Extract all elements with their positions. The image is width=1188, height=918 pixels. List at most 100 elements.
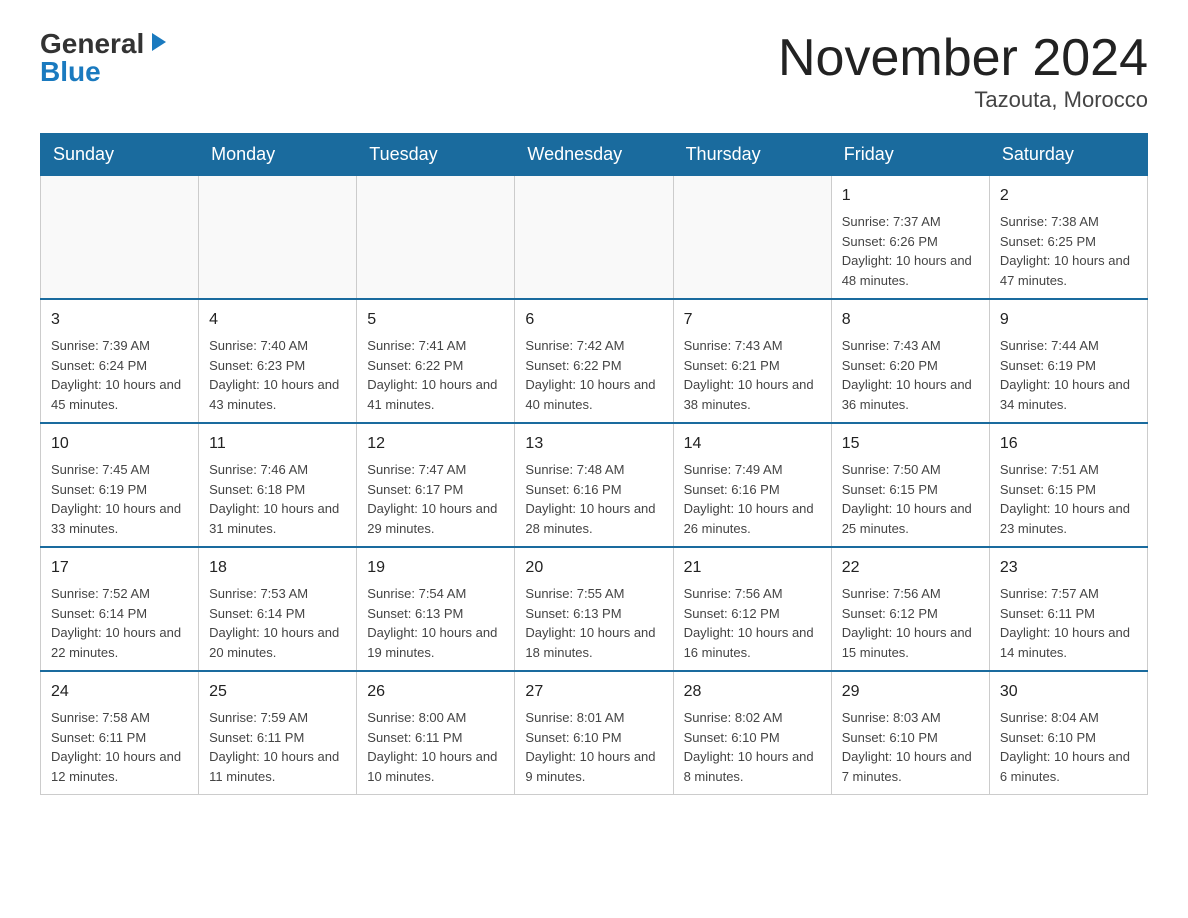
day-number: 21 (684, 556, 821, 580)
day-info: Sunrise: 7:56 AMSunset: 6:12 PMDaylight:… (842, 584, 979, 662)
table-row (41, 176, 199, 300)
table-row: 10 Sunrise: 7:45 AMSunset: 6:19 PMDayligh… (41, 423, 199, 547)
day-number: 25 (209, 680, 346, 704)
day-info: Sunrise: 7:54 AMSunset: 6:13 PMDaylight:… (367, 584, 504, 662)
day-number: 22 (842, 556, 979, 580)
day-number: 5 (367, 308, 504, 332)
day-info: Sunrise: 7:37 AMSunset: 6:26 PMDaylight:… (842, 212, 979, 290)
calendar-week-row: 17Sunrise: 7:52 AMSunset: 6:14 PMDayligh… (41, 547, 1148, 671)
calendar-table: Sunday Monday Tuesday Wednesday Thursday… (40, 133, 1148, 795)
day-info: Sunrise: 7:53 AMSunset: 6:14 PMDaylight:… (209, 584, 346, 662)
table-row: 6 Sunrise: 7:42 AMSunset: 6:22 PMDaylight… (515, 299, 673, 423)
day-number: 8 (842, 308, 979, 332)
day-number: 24 (51, 680, 188, 704)
logo: General Blue (40, 30, 170, 86)
table-row: 23 Sunrise: 7:57 AMSunset: 6:11 PMDayligh… (989, 547, 1147, 671)
day-number: 11 (209, 432, 346, 456)
day-number: 10 (51, 432, 188, 456)
day-number: 26 (367, 680, 504, 704)
table-row: 24 Sunrise: 7:58 AMSunset: 6:11 PMDayligh… (41, 671, 199, 795)
day-info: Sunrise: 7:59 AMSunset: 6:11 PMDaylight:… (209, 708, 346, 786)
day-info: Sunrise: 7:57 AMSunset: 6:11 PMDaylight:… (1000, 584, 1137, 662)
day-number: 20 (525, 556, 662, 580)
day-number: 30 (1000, 680, 1137, 704)
day-info: Sunrise: 7:44 AMSunset: 6:19 PMDaylight:… (1000, 336, 1137, 414)
day-info: Sunrise: 8:02 AMSunset: 6:10 PMDaylight:… (684, 708, 821, 786)
table-row: 19 Sunrise: 7:54 AMSunset: 6:13 PMDayligh… (357, 547, 515, 671)
table-row: 3 Sunrise: 7:39 AMSunset: 6:24 PMDaylight… (41, 299, 199, 423)
col-header-saturday: Saturday (989, 134, 1147, 176)
day-info: Sunrise: 7:50 AMSunset: 6:15 PMDaylight:… (842, 460, 979, 538)
day-info: Sunrise: 7:51 AMSunset: 6:15 PMDaylight:… (1000, 460, 1137, 538)
table-row: 18 Sunrise: 7:53 AMSunset: 6:14 PMDayligh… (199, 547, 357, 671)
day-number: 17 (51, 556, 188, 580)
table-row: 21 Sunrise: 7:56 AMSunset: 6:12 PMDayligh… (673, 547, 831, 671)
table-row: 2 Sunrise: 7:38 AMSunset: 6:25 PMDaylight… (989, 176, 1147, 300)
logo-arrow-icon (148, 31, 170, 53)
day-number: 23 (1000, 556, 1137, 580)
day-info: Sunrise: 8:01 AMSunset: 6:10 PMDaylight:… (525, 708, 662, 786)
day-info: Sunrise: 8:03 AMSunset: 6:10 PMDaylight:… (842, 708, 979, 786)
table-row: 12 Sunrise: 7:47 AMSunset: 6:17 PMDayligh… (357, 423, 515, 547)
col-header-wednesday: Wednesday (515, 134, 673, 176)
calendar-week-row: 10 Sunrise: 7:45 AMSunset: 6:19 PMDayligh… (41, 423, 1148, 547)
table-row (515, 176, 673, 300)
table-row: 28Sunrise: 8:02 AMSunset: 6:10 PMDayligh… (673, 671, 831, 795)
col-header-tuesday: Tuesday (357, 134, 515, 176)
day-number: 16 (1000, 432, 1137, 456)
day-info: Sunrise: 7:43 AMSunset: 6:20 PMDaylight:… (842, 336, 979, 414)
table-row (199, 176, 357, 300)
table-row: 14Sunrise: 7:49 AMSunset: 6:16 PMDayligh… (673, 423, 831, 547)
calendar-header-row: Sunday Monday Tuesday Wednesday Thursday… (41, 134, 1148, 176)
table-row: 13 Sunrise: 7:48 AMSunset: 6:16 PMDayligh… (515, 423, 673, 547)
day-info: Sunrise: 7:55 AMSunset: 6:13 PMDaylight:… (525, 584, 662, 662)
day-number: 18 (209, 556, 346, 580)
col-header-thursday: Thursday (673, 134, 831, 176)
day-number: 2 (1000, 184, 1137, 208)
day-info: Sunrise: 7:38 AMSunset: 6:25 PMDaylight:… (1000, 212, 1137, 290)
table-row: 29 Sunrise: 8:03 AMSunset: 6:10 PMDayligh… (831, 671, 989, 795)
day-info: Sunrise: 7:41 AMSunset: 6:22 PMDaylight:… (367, 336, 504, 414)
table-row: 11Sunrise: 7:46 AMSunset: 6:18 PMDayligh… (199, 423, 357, 547)
day-number: 13 (525, 432, 662, 456)
day-info: Sunrise: 7:47 AMSunset: 6:17 PMDaylight:… (367, 460, 504, 538)
day-info: Sunrise: 7:49 AMSunset: 6:16 PMDaylight:… (684, 460, 821, 538)
day-info: Sunrise: 7:42 AMSunset: 6:22 PMDaylight:… (525, 336, 662, 414)
col-header-monday: Monday (199, 134, 357, 176)
day-info: Sunrise: 7:58 AMSunset: 6:11 PMDaylight:… (51, 708, 188, 786)
day-number: 6 (525, 308, 662, 332)
table-row: 30 Sunrise: 8:04 AMSunset: 6:10 PMDayligh… (989, 671, 1147, 795)
table-row (357, 176, 515, 300)
col-header-friday: Friday (831, 134, 989, 176)
table-row (673, 176, 831, 300)
table-row: 5 Sunrise: 7:41 AMSunset: 6:22 PMDaylight… (357, 299, 515, 423)
day-number: 12 (367, 432, 504, 456)
day-info: Sunrise: 7:48 AMSunset: 6:16 PMDaylight:… (525, 460, 662, 538)
day-number: 4 (209, 308, 346, 332)
table-row: 20 Sunrise: 7:55 AMSunset: 6:13 PMDayligh… (515, 547, 673, 671)
table-row: 4Sunrise: 7:40 AMSunset: 6:23 PMDaylight… (199, 299, 357, 423)
day-number: 7 (684, 308, 821, 332)
day-number: 27 (525, 680, 662, 704)
table-row: 15Sunrise: 7:50 AMSunset: 6:15 PMDayligh… (831, 423, 989, 547)
day-number: 3 (51, 308, 188, 332)
day-number: 29 (842, 680, 979, 704)
table-row: 26 Sunrise: 8:00 AMSunset: 6:11 PMDayligh… (357, 671, 515, 795)
day-info: Sunrise: 7:45 AMSunset: 6:19 PMDaylight:… (51, 460, 188, 538)
month-title: November 2024 (778, 30, 1148, 87)
day-info: Sunrise: 7:39 AMSunset: 6:24 PMDaylight:… (51, 336, 188, 414)
day-info: Sunrise: 7:56 AMSunset: 6:12 PMDaylight:… (684, 584, 821, 662)
table-row: 9Sunrise: 7:44 AMSunset: 6:19 PMDaylight… (989, 299, 1147, 423)
table-row: 1Sunrise: 7:37 AMSunset: 6:26 PMDaylight… (831, 176, 989, 300)
logo-blue-text: Blue (40, 58, 101, 86)
page-header: General Blue November 2024 Tazouta, Moro… (40, 30, 1148, 113)
day-info: Sunrise: 8:04 AMSunset: 6:10 PMDaylight:… (1000, 708, 1137, 786)
table-row: 8 Sunrise: 7:43 AMSunset: 6:20 PMDaylight… (831, 299, 989, 423)
logo-general-text: General (40, 30, 144, 58)
table-row: 16 Sunrise: 7:51 AMSunset: 6:15 PMDayligh… (989, 423, 1147, 547)
day-info: Sunrise: 8:00 AMSunset: 6:11 PMDaylight:… (367, 708, 504, 786)
table-row: 17Sunrise: 7:52 AMSunset: 6:14 PMDayligh… (41, 547, 199, 671)
day-number: 19 (367, 556, 504, 580)
table-row: 27 Sunrise: 8:01 AMSunset: 6:10 PMDayligh… (515, 671, 673, 795)
day-info: Sunrise: 7:43 AMSunset: 6:21 PMDaylight:… (684, 336, 821, 414)
